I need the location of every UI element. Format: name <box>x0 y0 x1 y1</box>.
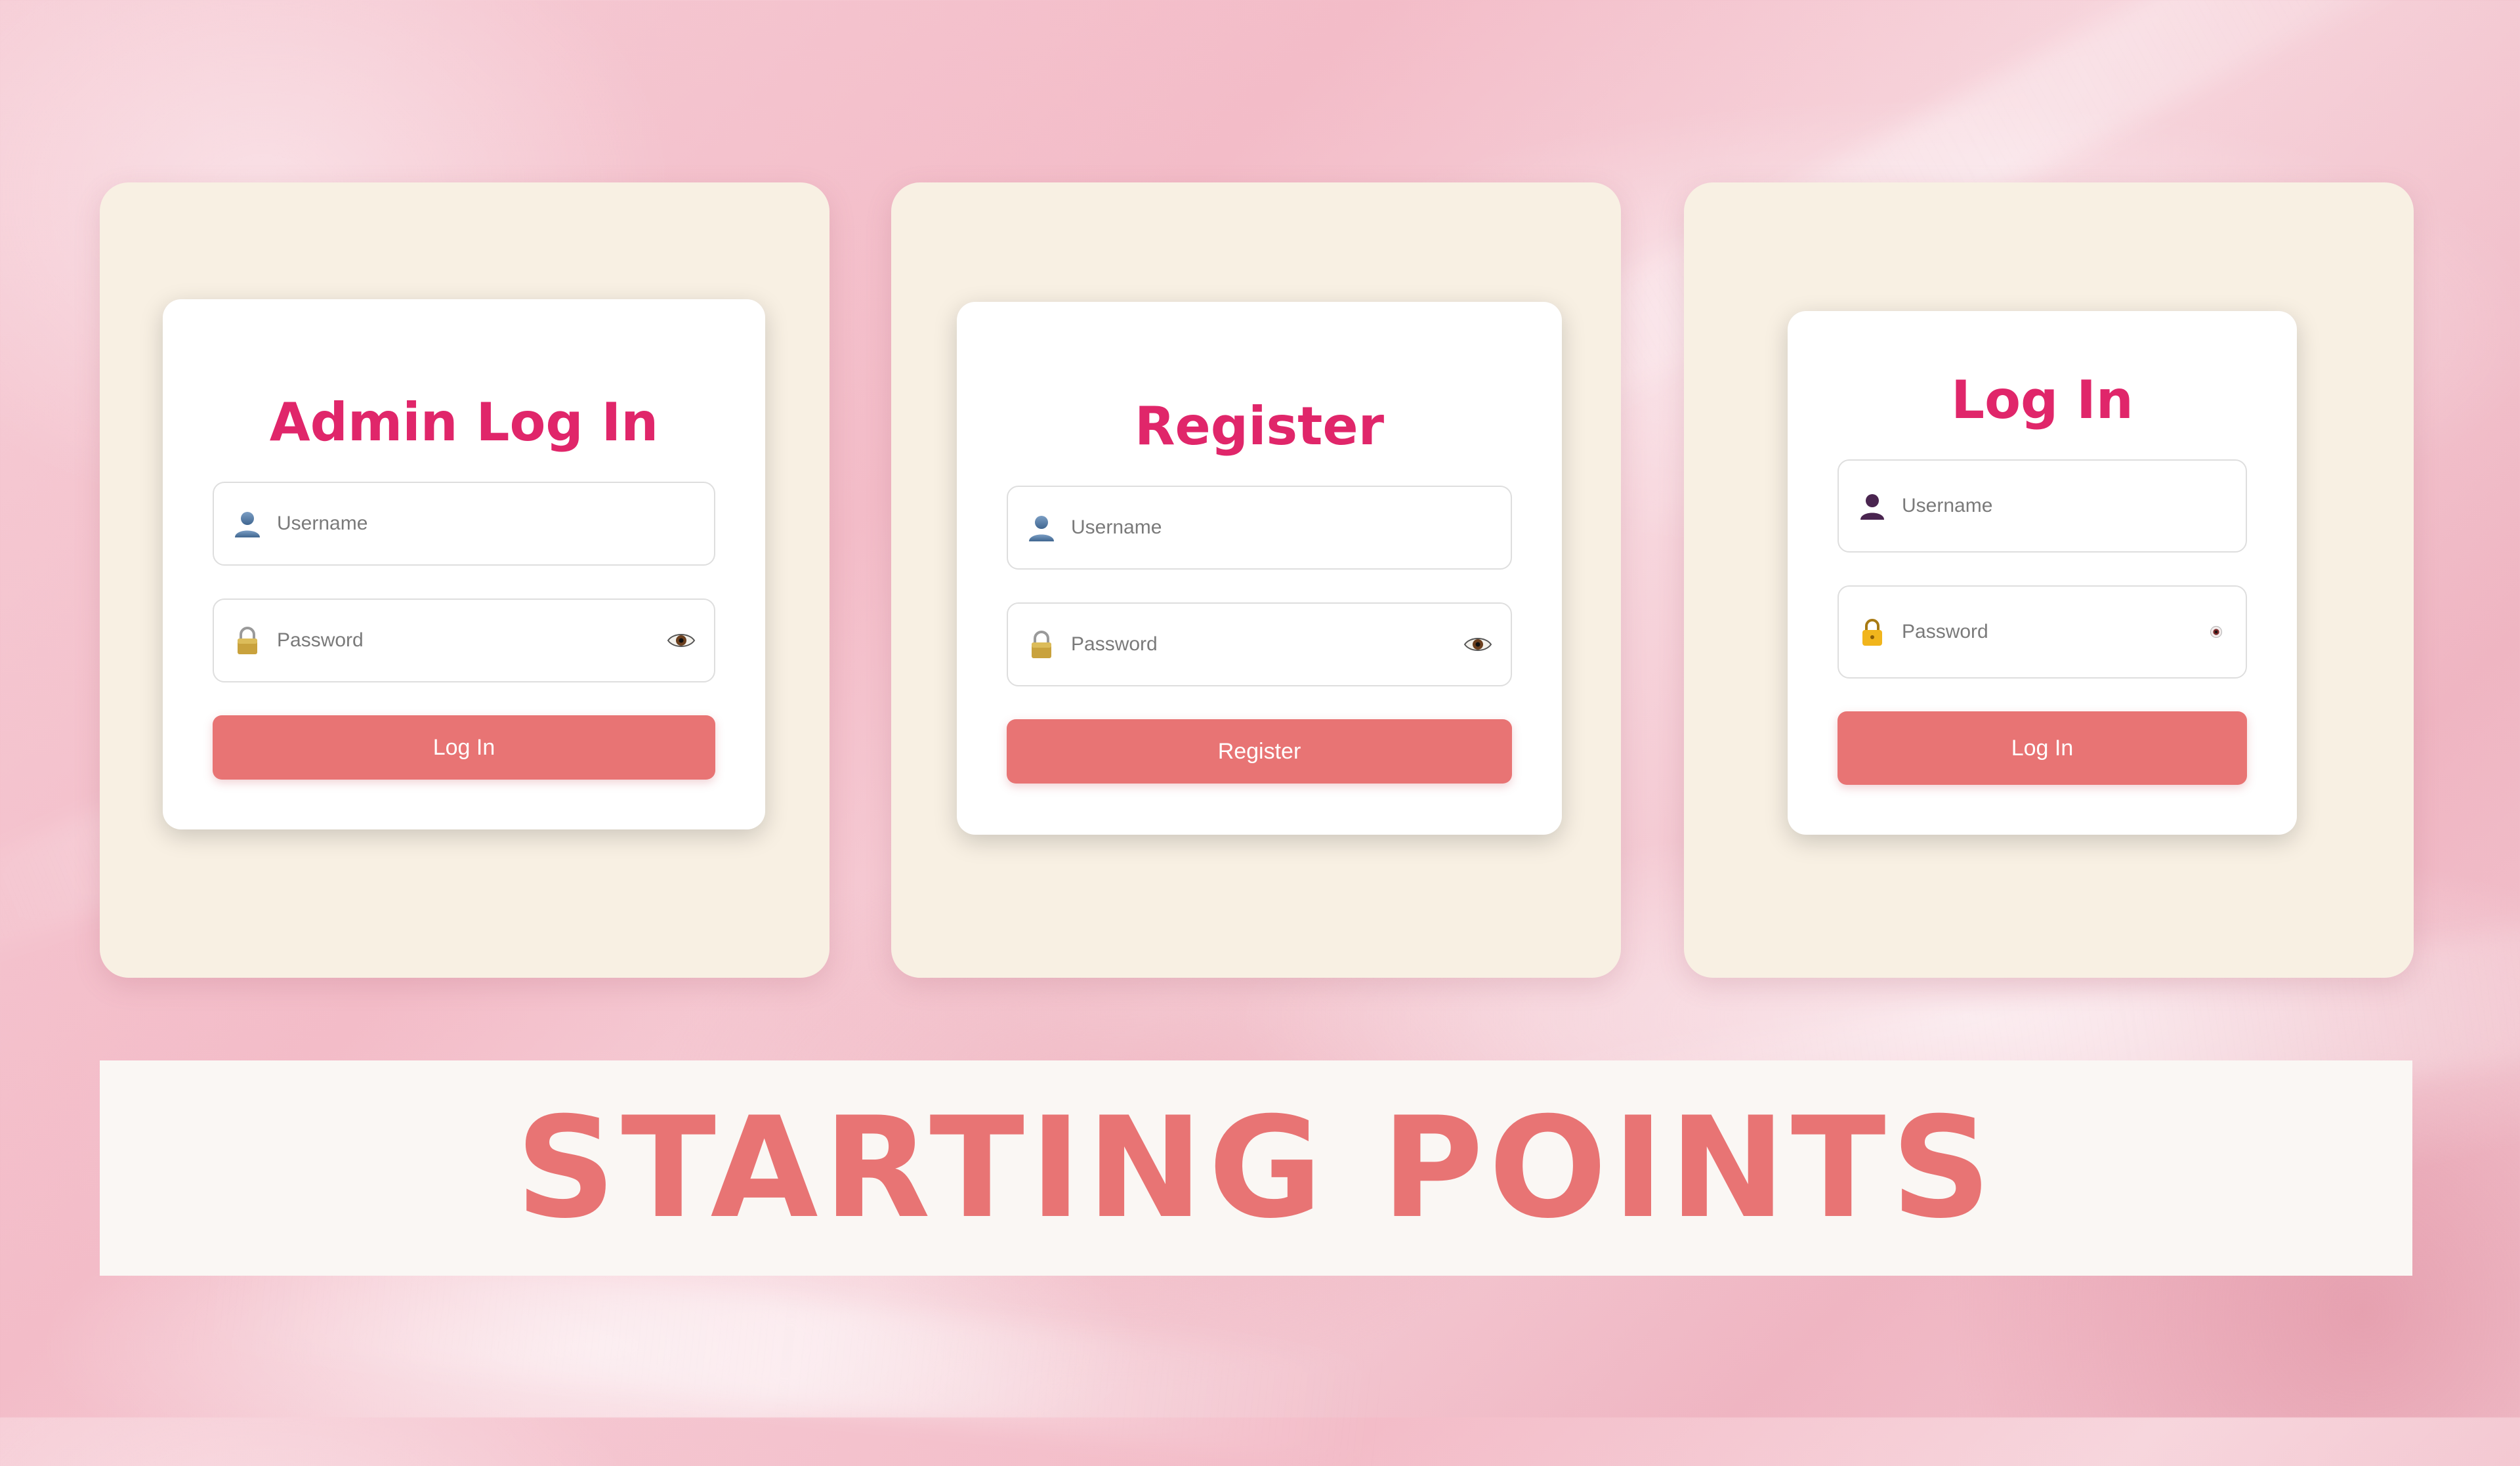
panel-admin-login: Admin Log In Username Password Log In <box>100 182 830 978</box>
admin-login-card: Admin Log In Username Password Log In <box>163 299 765 829</box>
register-button[interactable]: Register <box>1007 719 1512 784</box>
login-button[interactable]: Log In <box>213 715 715 780</box>
username-placeholder: Username <box>277 513 368 534</box>
username-field[interactable]: Username <box>1007 486 1512 570</box>
card-title: Admin Log In <box>269 392 659 453</box>
user-icon <box>1029 516 1054 541</box>
password-placeholder: Password <box>1071 633 1158 655</box>
banner-title: STARTING POINTS <box>515 1087 1997 1249</box>
password-field[interactable]: Password <box>1838 585 2247 679</box>
username-placeholder: Username <box>1902 495 1993 516</box>
password-field[interactable]: Password <box>213 598 715 682</box>
username-field[interactable]: Username <box>1838 459 2247 553</box>
login-card: Log In Username Password Log In <box>1788 311 2297 835</box>
card-title: Register <box>1134 396 1385 457</box>
lock-icon <box>1862 619 1882 646</box>
eye-icon[interactable] <box>2205 623 2227 640</box>
password-placeholder: Password <box>277 629 364 651</box>
username-placeholder: Username <box>1071 516 1162 538</box>
user-icon <box>1860 494 1884 520</box>
title-banner: STARTING POINTS <box>100 1060 2412 1276</box>
login-button[interactable]: Log In <box>1838 711 2247 785</box>
panel-register: Register Username Password Register <box>891 182 1621 978</box>
card-title: Log In <box>1951 369 2133 430</box>
username-field[interactable]: Username <box>213 482 715 566</box>
panel-login: Log In Username Password Log In <box>1684 182 2414 978</box>
eye-icon[interactable] <box>667 631 696 650</box>
password-placeholder: Password <box>1902 621 1988 642</box>
register-card: Register Username Password Register <box>957 302 1562 835</box>
eye-icon[interactable] <box>1463 635 1492 654</box>
padlock-icon <box>1032 631 1051 658</box>
padlock-icon <box>238 627 257 654</box>
password-field[interactable]: Password <box>1007 602 1512 686</box>
user-icon <box>235 512 260 537</box>
